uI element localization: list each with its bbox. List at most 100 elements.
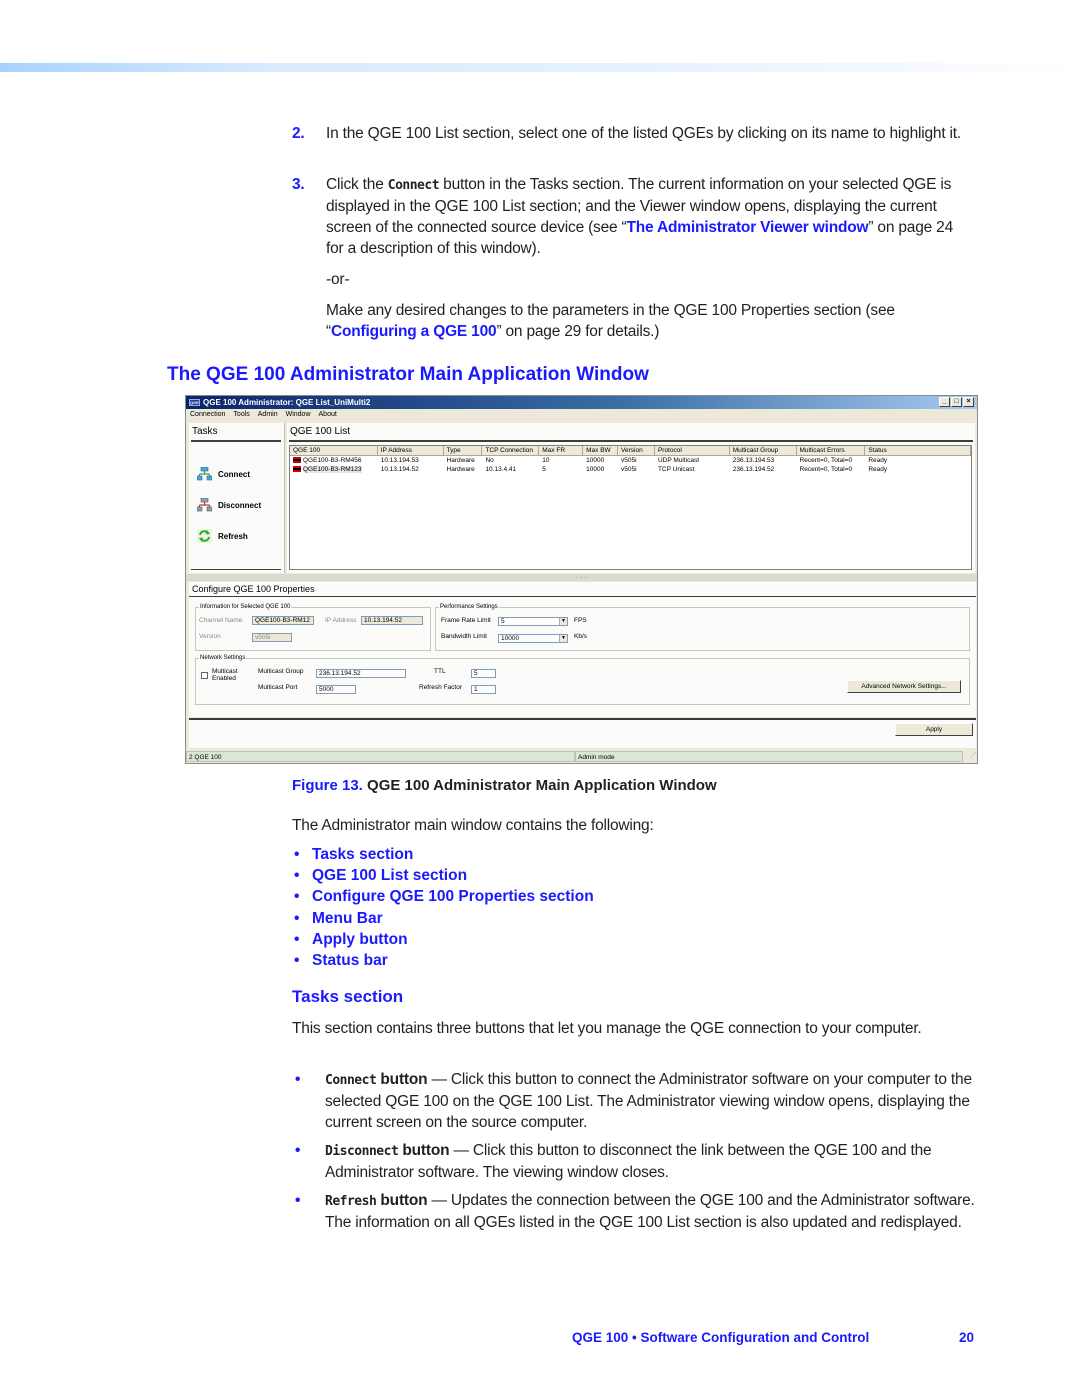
bandwidth-select[interactable]: 10000 ▼ — [498, 634, 568, 643]
version-label: Version — [199, 633, 221, 640]
menu-tools[interactable]: Tools — [233, 409, 249, 421]
status-count: 2 QGE 100 — [186, 751, 575, 762]
cell: Hardware — [446, 457, 475, 464]
qge-device-icon — [293, 466, 301, 473]
tasks-section-heading: Tasks section — [292, 987, 404, 1006]
connect-description: • Connect button — Click this button to … — [295, 1071, 972, 1131]
chevron-down-icon[interactable]: ▼ — [559, 635, 567, 642]
refresh-description: • Refresh button — Updates the connectio… — [295, 1192, 975, 1231]
qge-list-table: QGE 100 IP Address Type TCP Connection M… — [289, 445, 972, 570]
link-configure-section[interactable]: Configure QGE 100 Properties section — [292, 886, 594, 907]
resize-grip-icon[interactable]: ⋰ — [963, 751, 977, 763]
link-qge-list-section[interactable]: QGE 100 List section — [292, 865, 594, 886]
step-2: 2. In the QGE 100 List section, select o… — [292, 123, 962, 144]
step-text: In the QGE 100 List section, select one … — [326, 125, 961, 142]
column-header[interactable]: Status — [865, 446, 971, 455]
performance-group: Performance Settings Frame Rate Limit 5 ▼… — [435, 603, 970, 651]
or-separator: -or- — [326, 271, 350, 288]
connect-button[interactable]: Connect — [196, 466, 250, 481]
column-header[interactable]: IP Address — [378, 446, 444, 455]
bandwidth-label: Bandwidth Limit — [441, 633, 487, 640]
title-bar: QGE QGE 100 Administrator: QGE List_UniM… — [186, 396, 977, 409]
figure-caption: Figure 13. QGE 100 Administrator Main Ap… — [292, 777, 717, 794]
config-title: Configure QGE 100 Properties — [192, 584, 315, 594]
refresh-factor-label: Refresh Factor — [419, 684, 462, 691]
frame-rate-label: Frame Rate Limit — [441, 617, 491, 624]
divider — [191, 569, 281, 570]
bullet: • — [295, 1142, 301, 1159]
multicast-group-field[interactable]: 236.13.194.52 — [316, 669, 406, 678]
minimize-button[interactable]: _ — [939, 397, 950, 407]
tasks-section-intro: This section contains three buttons that… — [292, 1020, 922, 1037]
menu-admin[interactable]: Admin — [258, 409, 278, 421]
link-tasks-section[interactable]: Tasks section — [292, 844, 594, 865]
column-header[interactable]: Max BW — [583, 446, 619, 455]
alt-step-text: Make any desired changes to the paramete… — [326, 302, 895, 340]
cell: UDP Multicast — [657, 457, 699, 464]
close-button[interactable]: × — [963, 397, 974, 407]
link-status-bar[interactable]: Status bar — [292, 950, 594, 971]
link-apply-button[interactable]: Apply button — [292, 929, 594, 950]
qge-device-icon — [293, 457, 301, 464]
channel-name-field[interactable]: QGE100-B3-RM12 — [252, 616, 314, 625]
cell: Hardware — [446, 466, 475, 473]
column-header[interactable]: QGE 100 — [290, 446, 378, 455]
divider — [289, 440, 973, 442]
cell: TCP Unicast — [657, 466, 695, 473]
column-header[interactable]: TCP Connection — [482, 446, 540, 455]
disconnect-button[interactable]: Disconnect — [196, 497, 261, 512]
multicast-enabled-label: Multicast Enabled — [212, 668, 238, 682]
status-mode: Admin mode — [575, 751, 963, 762]
refresh-button[interactable]: Refresh — [197, 529, 248, 543]
column-header[interactable]: Multicast Group — [730, 446, 797, 455]
table-header: QGE 100 IP Address Type TCP Connection M… — [290, 446, 971, 456]
menu-bar: Connection Tools Admin Window About — [186, 409, 977, 421]
intro-text: The Administrator main window contains t… — [292, 817, 654, 834]
menu-about[interactable]: About — [319, 409, 337, 421]
advanced-network-settings-button[interactable]: Advanced Network Settings... — [847, 680, 961, 693]
apply-button[interactable]: Apply — [895, 723, 973, 736]
page-number: 20 — [959, 1330, 975, 1345]
app-icon: QGE — [189, 399, 200, 406]
multicast-enabled-checkbox[interactable] — [201, 672, 208, 679]
frame-rate-select[interactable]: 5 ▼ — [498, 617, 568, 626]
viewer-window-link[interactable]: The Administrator Viewer window — [627, 219, 869, 236]
link-menu-bar[interactable]: Menu Bar — [292, 908, 594, 929]
maximize-button[interactable]: □ — [951, 397, 962, 407]
info-group: Information for Selected QGE 100 Channel… — [195, 603, 431, 651]
window-title: QGE 100 Administrator: QGE List_UniMulti… — [203, 398, 371, 407]
tasks-title: Tasks — [192, 426, 218, 437]
refresh-icon — [197, 529, 212, 543]
list-title: QGE 100 List — [290, 426, 351, 437]
column-header[interactable]: Max FR — [539, 446, 584, 455]
menu-window[interactable]: Window — [286, 409, 311, 421]
refresh-factor-field[interactable]: 1 — [471, 685, 496, 694]
connect-code: Connect — [387, 178, 440, 193]
tasks-pane: Tasks Connect Disconnect Refresh — [189, 423, 285, 573]
ttl-field[interactable]: 5 — [471, 669, 496, 678]
cell: v505i — [621, 466, 637, 473]
column-header[interactable]: Protocol — [655, 446, 730, 455]
column-header[interactable]: Version — [618, 446, 655, 455]
menu-connection[interactable]: Connection — [190, 409, 225, 421]
cell: Recent=0, Total=0 — [799, 457, 853, 464]
configure-properties-pane: Configure QGE 100 Properties Information… — [189, 582, 976, 717]
kbps-unit: Kb/s — [574, 633, 588, 640]
step-number: 3. — [292, 176, 305, 193]
network-connect-icon — [196, 466, 213, 481]
cell: 10.13.194.53 — [380, 457, 419, 464]
column-header[interactable]: Multicast Errors — [797, 446, 866, 455]
configuring-link[interactable]: Configuring a QGE 100 — [331, 323, 497, 340]
step-text: Click the Connect button in the Tasks se… — [326, 176, 954, 257]
table-row[interactable]: QGE100-B3-RM456 10.13.194.53 Hardware No… — [290, 456, 971, 465]
qge-list-pane: QGE 100 List QGE 100 IP Address Type TCP… — [287, 423, 975, 573]
chevron-down-icon[interactable]: ▼ — [559, 618, 567, 625]
contents-list: Tasks section QGE 100 List section Confi… — [292, 844, 594, 971]
multicast-port-field[interactable]: 5000 — [316, 685, 356, 694]
bottom-area: Apply — [189, 718, 976, 748]
splitter-handle[interactable]: ⌄⌄⌄ — [186, 574, 977, 581]
table-row-selected[interactable]: QGE100-B3-RM123 10.13.194.52 Hardware 10… — [290, 465, 971, 474]
ip-address-field[interactable]: 10.13.194.52 — [361, 616, 423, 625]
column-header[interactable]: Type — [444, 446, 483, 455]
divider — [189, 596, 976, 597]
